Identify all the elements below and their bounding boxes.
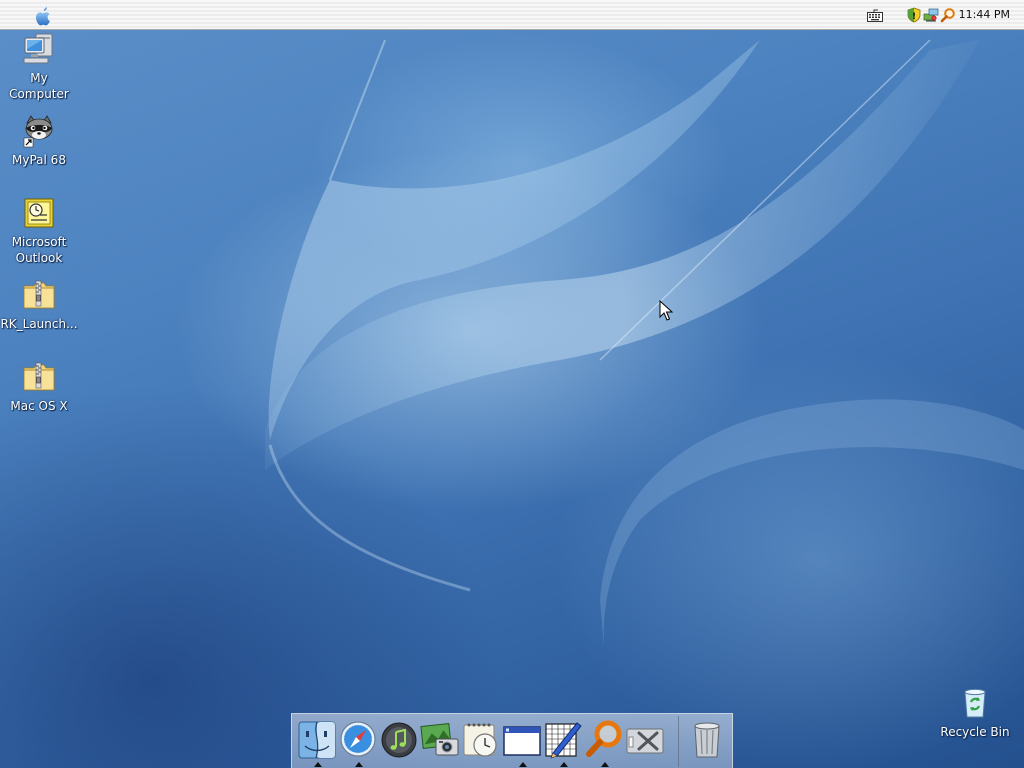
menu-bar: ! 11:44 PM (0, 0, 1024, 30)
running-indicator (601, 762, 609, 767)
clock[interactable]: 11:44 PM (959, 8, 1010, 21)
dock (291, 713, 733, 768)
computer-icon (22, 32, 56, 66)
running-indicator (314, 762, 322, 767)
recycle-bin-icon (958, 686, 992, 720)
zip-folder-icon (22, 360, 56, 394)
running-indicator (355, 762, 363, 767)
desktop-icon-label: My Computer (9, 71, 69, 101)
outlook-icon (22, 196, 56, 230)
sherlock-magnifier-icon (586, 720, 622, 757)
dock-item-sherlock[interactable] (584, 719, 624, 761)
desktop-icon-label: RK_Launch... (0, 317, 78, 331)
running-indicator (560, 762, 568, 767)
dock-item-finder[interactable] (297, 719, 337, 761)
search-icon[interactable] (940, 7, 956, 23)
window-icon (503, 726, 541, 756)
desktop[interactable]: ! 11:44 PM My Computer MyPal 68 Microsof… (0, 0, 1024, 768)
dock-item-window[interactable] (502, 719, 542, 761)
desktop-icon-mypal[interactable]: MyPal 68 (0, 114, 78, 168)
wallpaper-swoosh (265, 39, 1024, 660)
dock-item-textedit[interactable] (543, 719, 583, 761)
dock-item-safari[interactable] (338, 719, 378, 761)
dock-item-iphoto[interactable] (420, 719, 460, 761)
desktop-icon-recycle-bin[interactable]: Recycle Bin (936, 686, 1014, 740)
zip-folder-icon (22, 278, 56, 312)
textedit-icon (545, 722, 582, 759)
dock-item-utilities[interactable] (625, 719, 665, 761)
desktop-icon-label: Recycle Bin (940, 725, 1010, 739)
mouse-cursor-icon (659, 299, 674, 322)
trash-icon (694, 722, 720, 758)
raccoon-icon (22, 114, 56, 148)
desktop-icon-label: Mac OS X (10, 399, 68, 413)
security-shield-icon[interactable]: ! (906, 7, 922, 23)
keyboard-icon[interactable] (867, 8, 883, 22)
system-tray: ! 11:44 PM (894, 0, 1024, 30)
itunes-icon (381, 722, 417, 758)
running-indicator (519, 762, 527, 767)
desktop-icon-rk-launcher[interactable]: RK_Launch... (0, 278, 78, 332)
clock-calendar-icon (463, 723, 497, 757)
dock-item-trash[interactable] (687, 719, 727, 761)
iphoto-icon (420, 723, 459, 756)
desktop-icon-microsoft-outlook[interactable]: Microsoft Outlook (0, 196, 78, 266)
finder-icon (298, 721, 336, 759)
svg-text:!: ! (912, 12, 916, 22)
desktop-icon-label: Microsoft Outlook (11, 235, 67, 265)
dock-separator (678, 716, 679, 767)
desktop-icon-my-computer[interactable]: My Computer (0, 32, 78, 102)
desktop-icon-label: MyPal 68 (12, 153, 66, 167)
dock-item-itunes[interactable] (379, 719, 419, 761)
network-icon[interactable] (923, 7, 939, 23)
dock-item-ical[interactable] (461, 719, 501, 761)
utilities-tools-icon (626, 728, 664, 754)
apple-menu-icon[interactable] (33, 6, 51, 26)
safari-icon (340, 721, 376, 757)
desktop-icon-mac-os-x[interactable]: Mac OS X (0, 360, 78, 414)
